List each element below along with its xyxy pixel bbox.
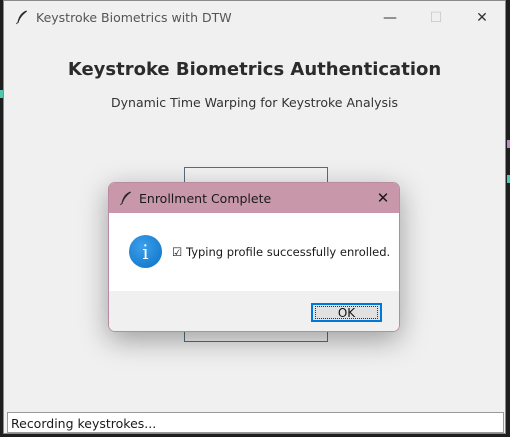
status-text: Recording keystrokes... bbox=[11, 416, 157, 431]
dialog-titlebar[interactable]: Enrollment Complete ✕ bbox=[109, 183, 399, 213]
dialog-close-button[interactable]: ✕ bbox=[367, 183, 399, 213]
page-title: Keystroke Biometrics Authentication bbox=[67, 59, 442, 80]
dialog-message: ☑ Typing profile successfully enrolled. bbox=[172, 245, 391, 259]
feather-icon bbox=[120, 191, 131, 206]
close-button[interactable]: ✕ bbox=[459, 1, 505, 34]
focus-ring bbox=[315, 306, 378, 319]
maximize-button[interactable]: ☐ bbox=[413, 1, 459, 34]
feather-icon bbox=[16, 10, 27, 25]
main-titlebar[interactable]: Keystroke Biometrics with DTW — ☐ ✕ bbox=[4, 1, 505, 34]
page-subtitle: Dynamic Time Warping for Keystroke Analy… bbox=[111, 95, 398, 110]
dialog-footer: OK bbox=[109, 291, 399, 331]
window-title: Keystroke Biometrics with DTW bbox=[36, 10, 232, 25]
dialog-body: i ☑ Typing profile successfully enrolled… bbox=[109, 213, 399, 291]
ok-button[interactable]: OK bbox=[311, 303, 382, 322]
status-bar: Recording keystrokes... bbox=[7, 412, 504, 433]
dialog-title: Enrollment Complete bbox=[139, 191, 272, 206]
enrollment-dialog: Enrollment Complete ✕ i ☑ Typing profile… bbox=[108, 182, 400, 332]
info-icon: i bbox=[129, 235, 162, 268]
minimize-button[interactable]: — bbox=[367, 1, 413, 34]
